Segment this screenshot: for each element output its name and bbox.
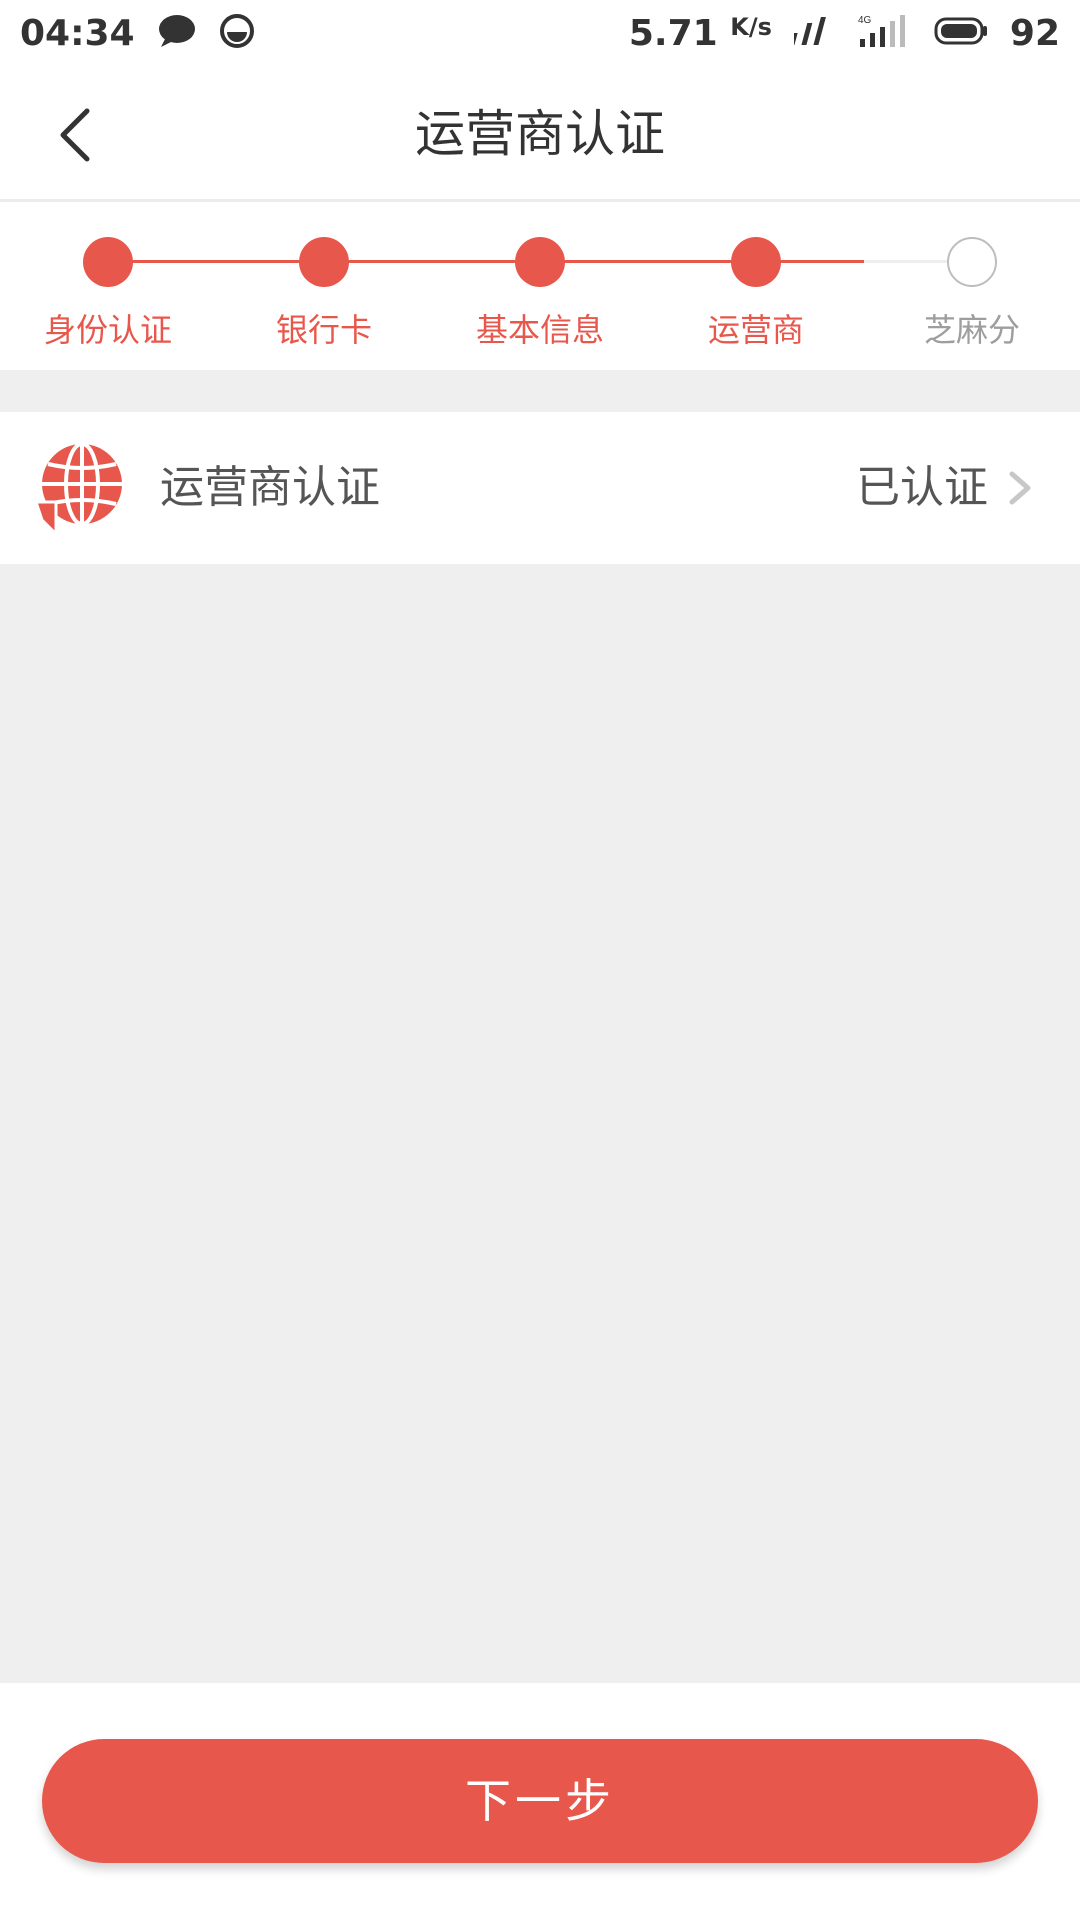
battery-icon: [934, 16, 988, 50]
step-label: 运营商: [707, 311, 804, 349]
battery-level: 92: [1009, 12, 1060, 54]
screen: 04:34 5.71 K/s 4G 92 运营商认证 身份认证 银行卡 基本信息…: [0, 0, 1080, 1920]
step-basic-info: 基本信息: [432, 237, 648, 351]
status-left: 04:34: [20, 13, 255, 54]
step-progress: 身份认证 银行卡 基本信息 运营商 芝麻分: [0, 205, 1080, 370]
step-label: 芝麻分: [923, 311, 1020, 349]
step-dot: [515, 237, 565, 287]
bottom-bar: 下一步: [0, 1683, 1080, 1920]
step-label: 基本信息: [475, 311, 604, 349]
carrier-auth-status: 已认证: [856, 462, 988, 513]
step-dot: [299, 237, 349, 287]
network-speed: 5.71 K/s: [629, 13, 772, 54]
status-bar: 04:34 5.71 K/s 4G 92: [0, 0, 1080, 66]
network-type-label: 4G: [858, 15, 872, 26]
step-label: 银行卡: [275, 311, 372, 349]
carrier-auth-title: 运营商认证: [160, 462, 380, 513]
step-identity: 身份认证: [0, 237, 216, 351]
step-bank-card: 银行卡: [216, 237, 432, 351]
step-dot: [83, 237, 133, 287]
header: 运营商认证: [0, 66, 1080, 202]
network-speed-value: 5.71: [628, 12, 718, 54]
message-icon: [157, 13, 197, 53]
chevron-right-icon: [1009, 471, 1031, 505]
cellular-signal-icon: 4G: [856, 13, 912, 53]
step-sesame-score: 芝麻分: [864, 237, 1080, 351]
step-dot-pending: [947, 237, 997, 287]
next-step-button[interactable]: 下一步: [42, 1739, 1038, 1863]
step-label: 身份认证: [43, 311, 172, 349]
globe-refresh-icon: [33, 442, 122, 536]
page-title: 运营商认证: [415, 105, 665, 163]
status-right: 5.71 K/s 4G 92: [629, 13, 1060, 54]
step-dot: [731, 237, 781, 287]
network-speed-unit: K/s: [730, 12, 772, 41]
carrier-auth-row[interactable]: 运营商认证 已认证: [0, 412, 1080, 564]
step-carrier: 运营商: [648, 237, 864, 351]
signal-arrows-icon: [789, 13, 834, 53]
content-area: 运营商认证 已认证: [0, 370, 1080, 1683]
status-time: 04:34: [20, 12, 135, 54]
app-notification-icon: [219, 13, 255, 53]
